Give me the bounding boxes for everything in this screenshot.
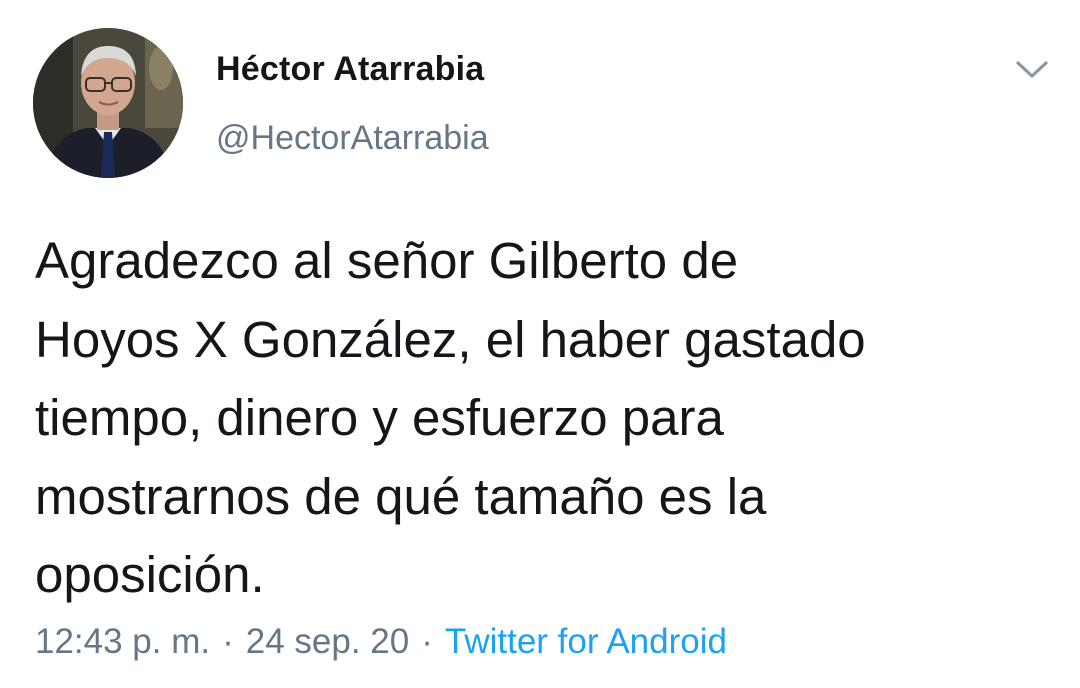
tweet-menu-button[interactable] [1012,52,1052,88]
tweet-meta: 12:43 p. m. · 24 sep. 20 · Twitter for A… [35,622,727,662]
tweet-date[interactable]: 24 sep. 20 [246,622,409,662]
meta-separator: · [421,622,433,661]
avatar[interactable] [33,28,183,178]
tweet-source-link[interactable]: Twitter for Android [445,622,727,662]
avatar-photo [33,28,183,178]
tweet-time[interactable]: 12:43 p. m. [35,622,210,662]
tweet-text: Agradezco al señor Gilberto de Hoyos X G… [35,232,866,603]
author-name[interactable]: Héctor Atarrabia [216,50,484,89]
meta-separator: · [222,622,234,661]
author-handle[interactable]: @HectorAtarrabia [216,119,489,158]
tweet-card: Héctor Atarrabia @HectorAtarrabia Agrade… [0,0,1080,688]
chevron-down-icon [1016,61,1048,78]
